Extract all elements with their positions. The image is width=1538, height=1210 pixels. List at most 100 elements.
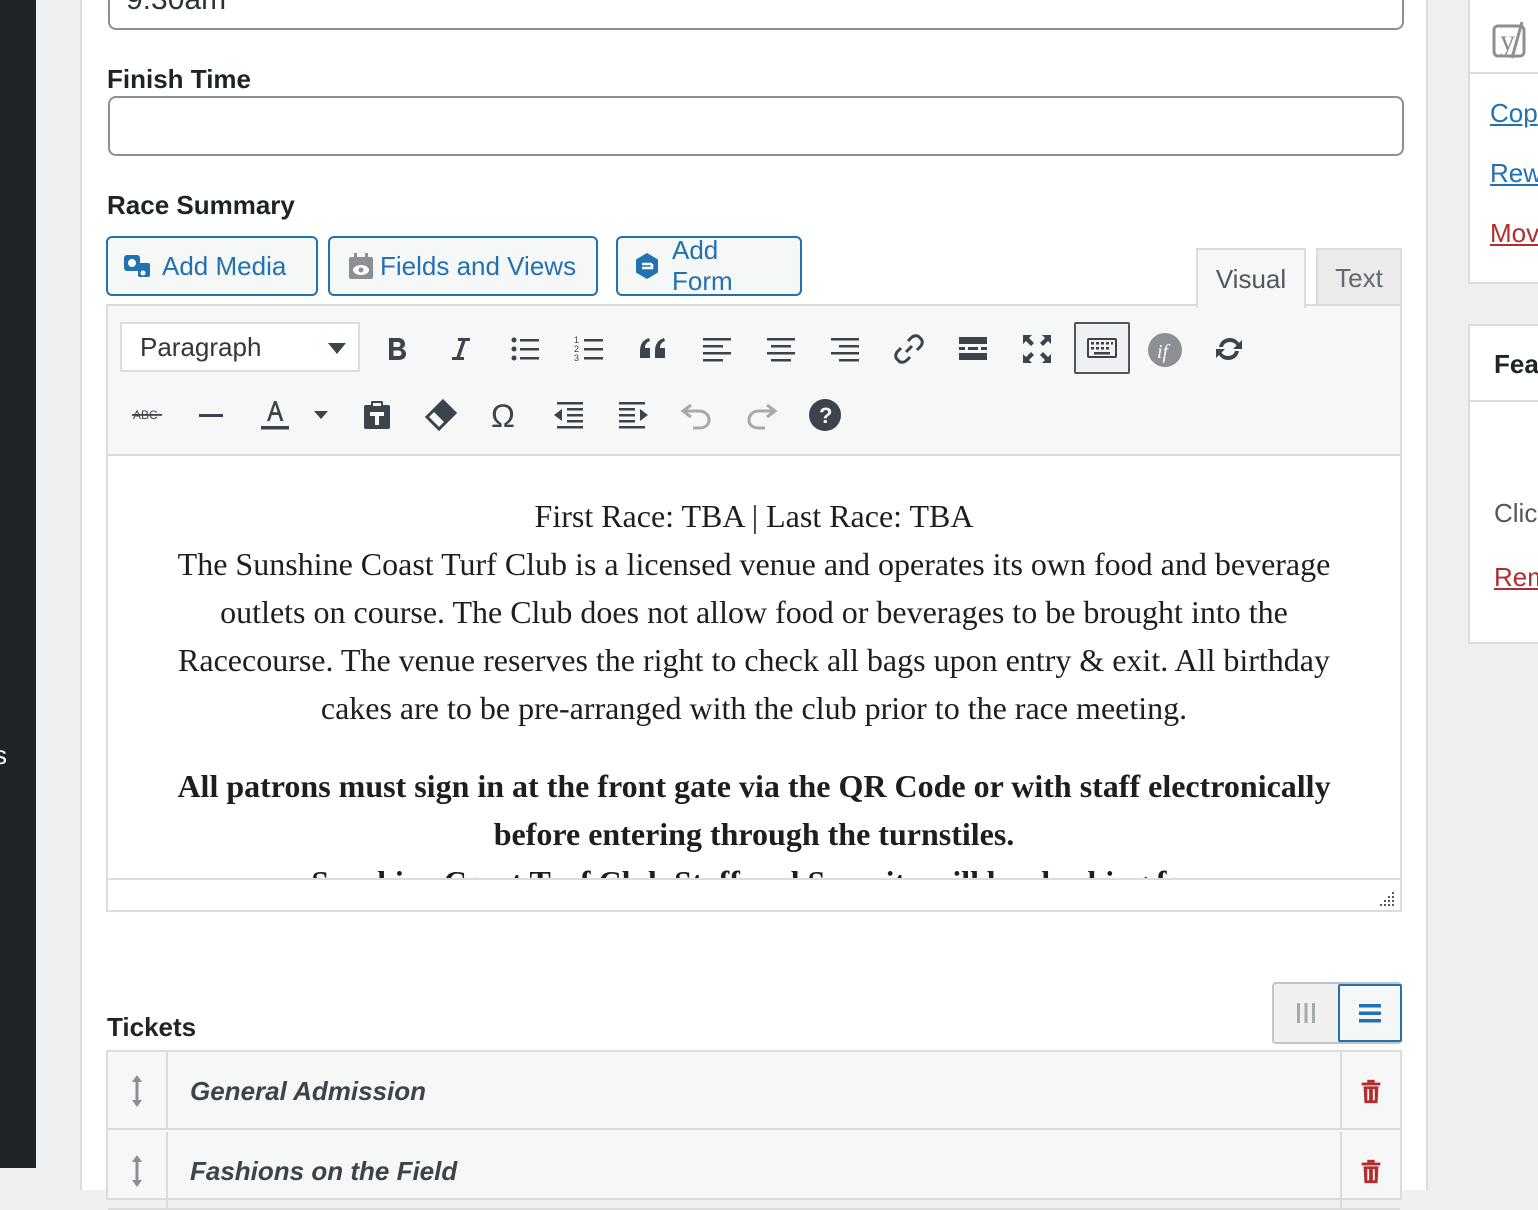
click-instruction-text: Clic bbox=[1494, 498, 1538, 528]
read-more-button[interactable] bbox=[948, 324, 998, 374]
list-view-button[interactable] bbox=[1338, 984, 1402, 1042]
tab-visual[interactable]: Visual bbox=[1196, 248, 1306, 308]
numbered-list-icon: 123 bbox=[574, 335, 603, 363]
conditional-if-button[interactable]: if bbox=[1140, 324, 1190, 374]
align-right-icon bbox=[831, 338, 859, 362]
copy-link[interactable]: Cop bbox=[1490, 98, 1538, 129]
race-times-line: First Race: TBA | Last Race: TBA bbox=[534, 498, 974, 534]
tickets-table: General Admission Fashions on the Field bbox=[106, 1050, 1402, 1210]
align-center-button[interactable] bbox=[756, 324, 806, 374]
link-icon bbox=[894, 334, 924, 364]
strikethrough-icon: ABC bbox=[132, 408, 162, 422]
chevron-down-icon bbox=[328, 343, 346, 354]
toolbar-toggle-button[interactable] bbox=[1074, 322, 1130, 374]
special-character-button[interactable]: Ω bbox=[480, 390, 530, 440]
omega-icon: Ω bbox=[491, 398, 515, 433]
chevron-down-icon bbox=[314, 411, 328, 419]
align-left-button[interactable] bbox=[692, 324, 742, 374]
indent-button[interactable] bbox=[608, 390, 658, 440]
race-summary-editor: Paragraph 123 if ABC Ω ? First Race: TBA… bbox=[106, 304, 1402, 912]
add-media-label: Add Media bbox=[162, 250, 287, 281]
svg-text:?: ? bbox=[819, 403, 832, 428]
add-media-button[interactable]: Add Media bbox=[106, 236, 318, 296]
paste-as-text-button[interactable] bbox=[352, 390, 402, 440]
read-more-icon bbox=[959, 337, 987, 360]
start-time-input[interactable] bbox=[108, 0, 1404, 30]
featured-image-title[interactable]: Fea bbox=[1470, 326, 1538, 402]
tickets-label: Tickets bbox=[107, 1012, 197, 1042]
bullet-list-icon bbox=[511, 337, 539, 361]
editor-status-bar bbox=[108, 878, 1400, 910]
align-center-icon bbox=[767, 338, 795, 362]
ticket-row[interactable]: General Admission bbox=[108, 1052, 1400, 1130]
align-right-button[interactable] bbox=[820, 324, 870, 374]
admin-sidebar: s bbox=[0, 0, 36, 1168]
divider bbox=[1470, 72, 1538, 74]
insert-link-button[interactable] bbox=[884, 324, 934, 374]
indent-icon bbox=[619, 402, 648, 429]
drag-handle-icon[interactable] bbox=[108, 1052, 168, 1130]
fullscreen-icon bbox=[1023, 335, 1051, 363]
bold-button[interactable] bbox=[372, 324, 422, 374]
move-to-trash-link[interactable]: Mov bbox=[1490, 218, 1538, 249]
editor-content[interactable]: First Race: TBA | Last Race: TBA The Sun… bbox=[108, 458, 1400, 878]
tab-text[interactable]: Text bbox=[1316, 248, 1402, 306]
calendar-eye-icon bbox=[346, 251, 376, 281]
gravity-forms-icon bbox=[632, 251, 662, 281]
content-paragraph-1: First Race: TBA | Last Race: TBA The Sun… bbox=[148, 492, 1360, 732]
clipboard-icon bbox=[364, 401, 390, 429]
redo-icon bbox=[747, 403, 778, 430]
grid-view-button[interactable] bbox=[1274, 984, 1338, 1042]
trash-icon[interactable] bbox=[1340, 1052, 1400, 1130]
format-select[interactable]: Paragraph bbox=[120, 322, 360, 372]
columns-icon bbox=[1297, 1003, 1315, 1023]
fullscreen-button[interactable] bbox=[1012, 324, 1062, 374]
venue-info-text: The Sunshine Coast Turf Club is a licens… bbox=[177, 546, 1331, 726]
text-color-button[interactable] bbox=[250, 388, 300, 438]
rewrite-link[interactable]: Rew bbox=[1490, 158, 1538, 189]
content-paragraph-2: All patrons must sign in at the front ga… bbox=[148, 762, 1360, 878]
redo-button[interactable] bbox=[736, 390, 786, 440]
blockquote-button[interactable] bbox=[628, 324, 678, 374]
keyboard-icon bbox=[1087, 338, 1117, 358]
drag-handle-icon[interactable] bbox=[108, 1132, 168, 1210]
italic-button[interactable] bbox=[436, 324, 486, 374]
horizontal-line-icon bbox=[199, 414, 223, 417]
publish-sidebar-panel: y Cop Rew Mov bbox=[1468, 0, 1538, 284]
finish-time-label: Finish Time bbox=[107, 64, 251, 94]
keyboard-shortcuts-button[interactable]: ? bbox=[800, 390, 850, 440]
media-icon bbox=[122, 251, 152, 281]
align-left-icon bbox=[703, 338, 731, 362]
ticket-row[interactable]: Fashions on the Field bbox=[108, 1132, 1400, 1210]
svg-text:Ω: Ω bbox=[491, 398, 515, 433]
refresh-icon bbox=[1216, 338, 1242, 360]
staff-checking-notice: Sunshine Coast Turf Club Staff and Secur… bbox=[311, 864, 1196, 878]
if-icon: if bbox=[1148, 333, 1182, 367]
view-toggle bbox=[1272, 982, 1402, 1044]
numbered-list-button[interactable]: 123 bbox=[564, 324, 614, 374]
strikethrough-button[interactable]: ABC bbox=[122, 390, 172, 440]
fields-and-views-label: Fields and Views bbox=[380, 250, 577, 281]
finish-time-input[interactable] bbox=[108, 96, 1404, 156]
undo-button[interactable] bbox=[672, 390, 722, 440]
admin-menu-partial-label[interactable]: s bbox=[0, 740, 7, 771]
clear-formatting-button[interactable] bbox=[416, 390, 466, 440]
editor-toolbar: Paragraph 123 if ABC Ω ? bbox=[108, 306, 1400, 456]
bullet-list-button[interactable] bbox=[500, 324, 550, 374]
blockquote-icon bbox=[640, 338, 665, 358]
resize-handle-icon[interactable] bbox=[1376, 888, 1396, 908]
outdent-button[interactable] bbox=[544, 390, 594, 440]
race-summary-label: Race Summary bbox=[107, 190, 295, 220]
text-color-dropdown[interactable] bbox=[306, 390, 336, 440]
refresh-button[interactable] bbox=[1204, 324, 1254, 374]
add-form-button[interactable]: Add Form bbox=[616, 235, 802, 296]
eraser-icon bbox=[424, 398, 458, 432]
help-icon: ? bbox=[809, 399, 841, 431]
yoast-icon: y bbox=[1492, 21, 1526, 59]
remove-image-link[interactable]: Rem bbox=[1494, 562, 1538, 593]
outdent-icon bbox=[554, 402, 583, 429]
trash-icon[interactable] bbox=[1340, 1132, 1400, 1210]
horizontal-line-button[interactable] bbox=[186, 390, 236, 440]
svg-text:3: 3 bbox=[574, 353, 579, 363]
fields-and-views-button[interactable]: Fields and Views bbox=[328, 236, 598, 296]
